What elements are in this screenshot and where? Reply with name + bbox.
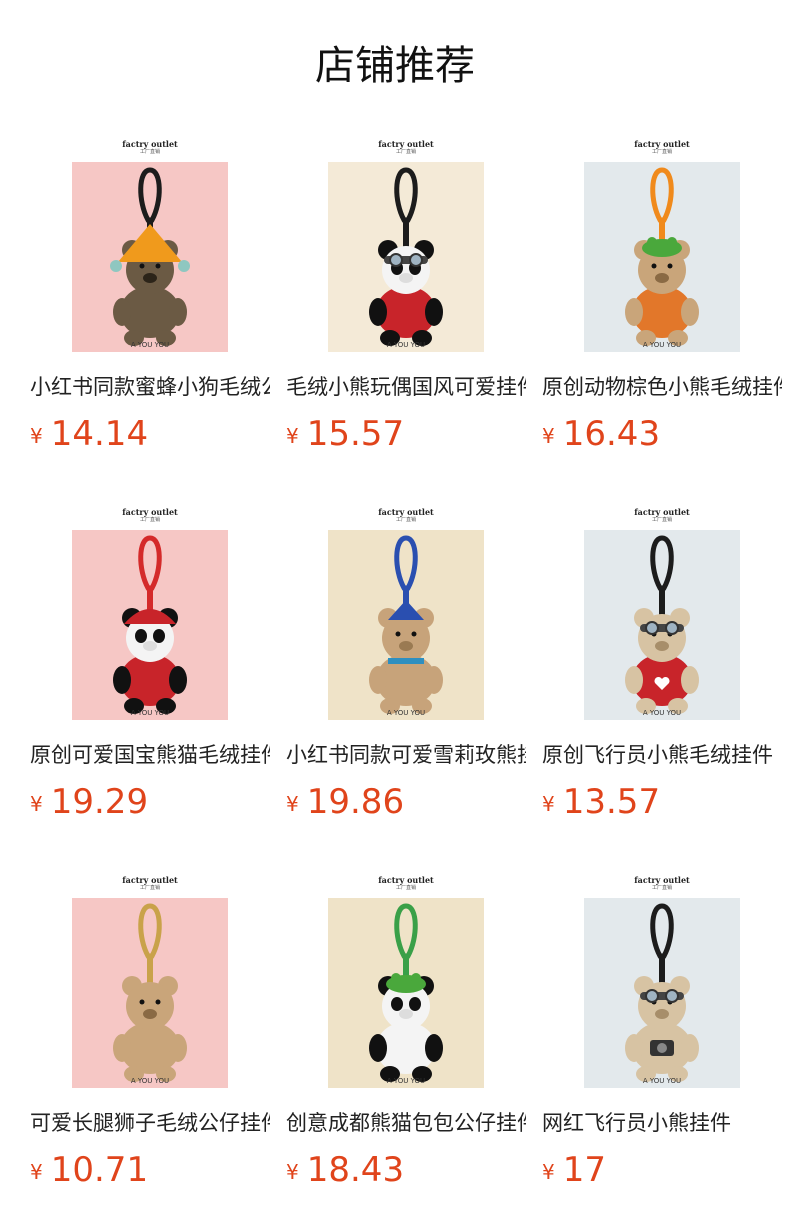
brown-bear-with-frog-hat-icon bbox=[584, 162, 740, 352]
product-image[interactable]: factry outlet 工厂直销 A YOU YOU bbox=[584, 138, 740, 352]
brand-sub-label: 工厂直销 bbox=[395, 885, 416, 891]
pilot-bear-in-heart-sweater-icon bbox=[584, 530, 740, 720]
brand-label: factry outlet bbox=[122, 875, 178, 885]
product-image[interactable]: factry outlet 工厂直销 A YOU YOU bbox=[584, 506, 740, 720]
brand-label: factry outlet bbox=[378, 875, 434, 885]
product-card[interactable]: factry outlet 工厂直销 A YOU YOU 原创动物棕色小熊毛绒挂… bbox=[542, 138, 782, 478]
product-card[interactable]: factry outlet 工厂直销 A YOU YOU 小红书同款可爱雪莉玫熊… bbox=[286, 506, 526, 846]
product-name[interactable]: 小红书同款可爱雪莉玫熊挂件 bbox=[286, 738, 526, 772]
price-amount: 15.57 bbox=[306, 414, 405, 454]
product-image[interactable]: factry outlet 工厂直销 A YOU YOU bbox=[584, 874, 740, 1088]
product-card[interactable]: factry outlet 工厂直销 A YOU YOU 创意成都熊猫包包公仔挂… bbox=[286, 874, 526, 1214]
currency-symbol: ¥ bbox=[30, 1160, 43, 1184]
product-name[interactable]: 网红飞行员小熊挂件 bbox=[542, 1106, 782, 1140]
watermark-label: A YOU YOU bbox=[642, 341, 682, 349]
panda-with-frog-hat-icon bbox=[328, 898, 484, 1088]
watermark-label: A YOU YOU bbox=[642, 1077, 682, 1085]
brand-sub-label: 工厂直销 bbox=[139, 149, 160, 155]
price-amount: 17 bbox=[562, 1150, 606, 1190]
product-price: ¥10.71 bbox=[30, 1146, 148, 1194]
brand-label: factry outlet bbox=[122, 507, 178, 517]
product-card[interactable]: factry outlet 工厂直销 A YOU YOU 网红飞行员小熊挂件 ¥… bbox=[542, 874, 782, 1214]
product-price: ¥18.43 bbox=[286, 1146, 404, 1194]
price-amount: 16.43 bbox=[562, 414, 661, 454]
pilot-bear-with-camera-icon bbox=[584, 898, 740, 1088]
product-price: ¥14.14 bbox=[30, 410, 148, 458]
watermark-label: A YOU YOU bbox=[130, 1077, 170, 1085]
product-card[interactable]: factry outlet 工厂直销 A YOU YOU 可爱长腿狮子毛绒公仔挂… bbox=[30, 874, 270, 1214]
price-amount: 18.43 bbox=[306, 1150, 405, 1190]
brand-sub-label: 工厂直销 bbox=[139, 885, 160, 891]
product-price: ¥16.43 bbox=[542, 410, 660, 458]
product-card[interactable]: factry outlet 工厂直销 A YOU YOU 原创可爱国宝熊猫毛绒挂… bbox=[30, 506, 270, 846]
currency-symbol: ¥ bbox=[286, 792, 299, 816]
currency-symbol: ¥ bbox=[286, 424, 299, 448]
product-card[interactable]: factry outlet 工厂直销 A YOU YOU 原创飞行员小熊毛绒挂件… bbox=[542, 506, 782, 846]
product-name[interactable]: 创意成都熊猫包包公仔挂件 bbox=[286, 1106, 526, 1140]
page-title: 店铺推荐 bbox=[315, 43, 475, 89]
brand-label: factry outlet bbox=[634, 139, 690, 149]
product-image[interactable]: factry outlet 工厂直销 A YOU YOU bbox=[72, 138, 228, 352]
product-name[interactable]: 小红书同款蜜蜂小狗毛绒公仔挂件 bbox=[30, 370, 270, 404]
watermark-label: A YOU YOU bbox=[386, 709, 426, 717]
dog-in-bee-hat-icon bbox=[72, 162, 228, 352]
watermark-label: A YOU YOU bbox=[642, 709, 682, 717]
brand-label: factry outlet bbox=[122, 139, 178, 149]
product-name[interactable]: 原创动物棕色小熊毛绒挂件 bbox=[542, 370, 782, 404]
product-image[interactable]: factry outlet 工厂直销 A YOU YOU bbox=[72, 874, 228, 1088]
brand-label: factry outlet bbox=[634, 875, 690, 885]
product-image[interactable]: factry outlet 工厂直销 A YOU YOU bbox=[328, 138, 484, 352]
brand-label: factry outlet bbox=[378, 139, 434, 149]
brand-label: factry outlet bbox=[378, 507, 434, 517]
product-name[interactable]: 原创飞行员小熊毛绒挂件 bbox=[542, 738, 782, 772]
long-leg-lion-icon bbox=[72, 898, 228, 1088]
panda-in-red-sweater-icon bbox=[72, 530, 228, 720]
panda-with-goggles-icon bbox=[328, 162, 484, 352]
product-name[interactable]: 可爱长腿狮子毛绒公仔挂件 bbox=[30, 1106, 270, 1140]
product-price: ¥19.86 bbox=[286, 778, 404, 826]
watermark-label: A YOU YOU bbox=[386, 1077, 426, 1085]
brand-sub-label: 工厂直销 bbox=[651, 149, 672, 155]
product-price: ¥19.29 bbox=[30, 778, 148, 826]
price-amount: 10.71 bbox=[50, 1150, 149, 1190]
price-amount: 14.14 bbox=[50, 414, 149, 454]
brand-label: factry outlet bbox=[634, 507, 690, 517]
watermark-label: A YOU YOU bbox=[130, 341, 170, 349]
currency-symbol: ¥ bbox=[542, 424, 555, 448]
price-amount: 13.57 bbox=[562, 782, 661, 822]
watermark-label: A YOU YOU bbox=[130, 709, 170, 717]
teddy-bear-with-scarf-icon bbox=[328, 530, 484, 720]
price-amount: 19.86 bbox=[306, 782, 405, 822]
currency-symbol: ¥ bbox=[30, 792, 43, 816]
brand-sub-label: 工厂直销 bbox=[651, 885, 672, 891]
product-image[interactable]: factry outlet 工厂直销 A YOU YOU bbox=[72, 506, 228, 720]
product-price: ¥15.57 bbox=[286, 410, 404, 458]
product-name[interactable]: 毛绒小熊玩偶国风可爱挂件 bbox=[286, 370, 526, 404]
product-card[interactable]: factry outlet 工厂直销 A YOU YOU 小红书同款蜜蜂小狗毛绒… bbox=[30, 138, 270, 478]
product-name[interactable]: 原创可爱国宝熊猫毛绒挂件 bbox=[30, 738, 270, 772]
currency-symbol: ¥ bbox=[542, 1160, 555, 1184]
brand-sub-label: 工厂直销 bbox=[139, 517, 160, 523]
currency-symbol: ¥ bbox=[542, 792, 555, 816]
product-price: ¥17 bbox=[542, 1146, 606, 1194]
product-image[interactable]: factry outlet 工厂直销 A YOU YOU bbox=[328, 506, 484, 720]
currency-symbol: ¥ bbox=[286, 1160, 299, 1184]
brand-sub-label: 工厂直销 bbox=[651, 517, 672, 523]
product-image[interactable]: factry outlet 工厂直销 A YOU YOU bbox=[328, 874, 484, 1088]
product-card[interactable]: factry outlet 工厂直销 A YOU YOU 毛绒小熊玩偶国风可爱挂… bbox=[286, 138, 526, 478]
watermark-label: A YOU YOU bbox=[386, 341, 426, 349]
brand-sub-label: 工厂直销 bbox=[395, 517, 416, 523]
currency-symbol: ¥ bbox=[30, 424, 43, 448]
brand-sub-label: 工厂直销 bbox=[395, 149, 416, 155]
product-price: ¥13.57 bbox=[542, 778, 660, 826]
price-amount: 19.29 bbox=[50, 782, 149, 822]
